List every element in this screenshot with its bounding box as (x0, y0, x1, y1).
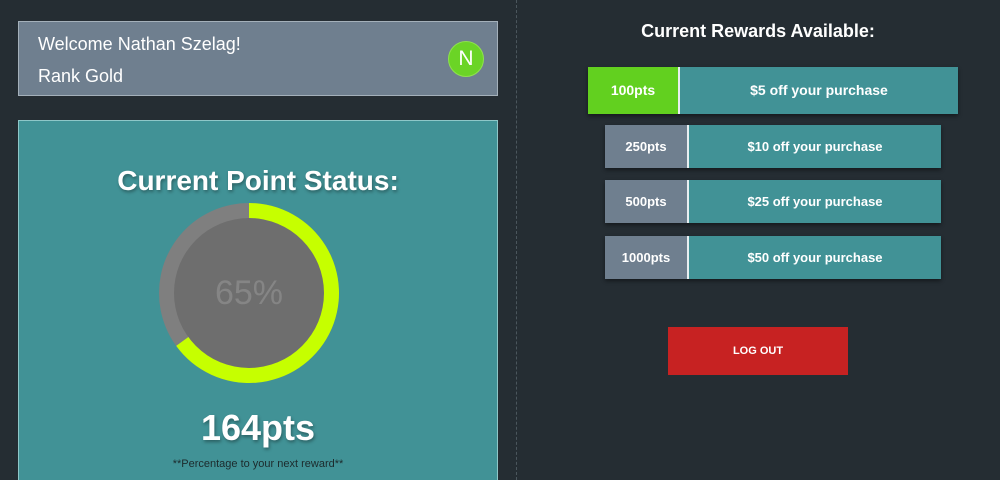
reward-1000pts[interactable]: 1000pts $50 off your purchase (605, 236, 941, 279)
column-divider (516, 0, 517, 480)
progress-ring: 65% (159, 203, 339, 383)
reward-500pts[interactable]: 500pts $25 off your purchase (605, 180, 941, 223)
avatar[interactable]: N (448, 41, 484, 77)
point-status-title: Current Point Status: (117, 165, 399, 196)
reward-250pts[interactable]: 250pts $10 off your purchase (605, 125, 941, 168)
welcome-message: Welcome Nathan Szelag! (38, 34, 241, 54)
reward-100pts[interactable]: 100pts $5 off your purchase (588, 67, 958, 114)
rank-label: Rank Gold (38, 66, 124, 86)
point-status-card: Current Point Status: 65% 164pts **Perce… (18, 120, 498, 480)
reward-points: 500pts (605, 180, 689, 223)
logout-button[interactable]: LOG OUT (668, 327, 848, 375)
points-total: 164pts (200, 407, 316, 448)
reward-description: $10 off your purchase (689, 125, 941, 168)
progress-percent-label: 65% (214, 274, 284, 312)
reward-description: $25 off your purchase (689, 180, 941, 223)
reward-points: 1000pts (605, 236, 689, 279)
reward-points: 250pts (605, 125, 689, 168)
welcome-card: Welcome Nathan Szelag! Rank Gold N (18, 21, 498, 96)
reward-points: 100pts (588, 67, 680, 114)
rewards-title: Current Rewards Available: (641, 21, 875, 41)
reward-description: $50 off your purchase (689, 236, 941, 279)
progress-note: **Percentage to your next reward** (172, 458, 344, 470)
reward-description: $5 off your purchase (680, 67, 958, 114)
